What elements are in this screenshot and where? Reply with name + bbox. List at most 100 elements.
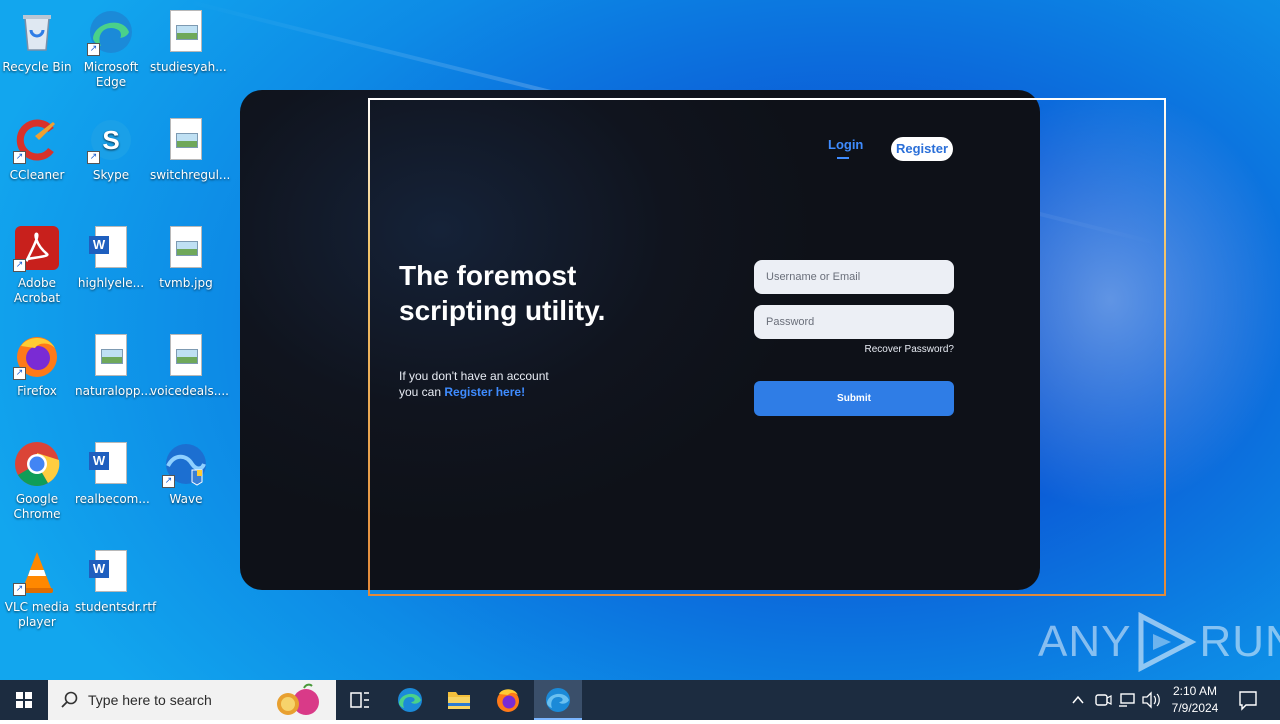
start-button[interactable] [0,680,48,720]
desktop-icon-label: studentsdr.rtf [75,600,157,614]
desktop-icon-adobe-acrobat[interactable]: ↗ Adobe Acrobat [1,224,73,306]
play-triangle-icon [1138,612,1197,672]
clock-date: 7/9/2024 [1171,701,1219,715]
firefox-icon [497,689,519,712]
desktop-icon-voicedeals[interactable]: voicedeals.... [150,332,229,399]
shortcut-arrow-icon: ↗ [13,367,26,380]
taskbar-firefox-button[interactable] [484,680,532,720]
desktop-icon-label: switchregul... [150,168,231,182]
desktop-icon-highlyele[interactable]: W highlyele... [75,224,147,291]
desktop-icon-label: CCleaner [9,168,65,182]
search-highlight-fruit-icon [277,683,319,715]
register-prompt: If you don't have an account you can Reg… [399,368,659,400]
register-prompt-line1: If you don't have an account [399,369,549,383]
image-file-icon [162,116,210,164]
desktop-icon-switchregul[interactable]: switchregul... [150,116,231,183]
desktop-icon-vlc[interactable]: ↗ VLC media player [1,548,73,630]
tray-network[interactable] [1116,680,1138,720]
desktop: Recycle Bin ↗ CCleaner ↗ Adobe Acrobat ↗… [0,0,1280,680]
shortcut-arrow-icon: ↗ [87,151,100,164]
firefox-icon: ↗ [13,332,61,380]
image-file-icon [162,8,210,56]
ccleaner-icon: ↗ [13,116,61,164]
word-file-icon: W [87,440,135,488]
task-view-icon [350,692,369,708]
desktop-icon-label: voicedeals.... [150,384,229,398]
shortcut-arrow-icon: ↗ [162,475,175,488]
watermark-any-text: ANY [1038,617,1132,666]
taskbar-active-browser-button[interactable] [534,680,582,720]
edge-icon [546,688,570,712]
register-prompt-prefix: you can [399,385,445,399]
desktop-icon-google-chrome[interactable]: Google Chrome [1,440,73,522]
desktop-icon-label: studiesyah... [150,60,227,74]
shortcut-arrow-icon: ↗ [13,151,26,164]
desktop-icon-label: Wave [169,492,203,506]
image-file-icon [162,332,210,380]
acrobat-icon: ↗ [13,224,61,272]
desktop-icon-label: Adobe Acrobat [13,276,61,305]
nav-register-button[interactable]: Register [891,137,953,161]
shortcut-arrow-icon: ↗ [87,43,100,56]
desktop-icon-label: realbecom... [75,492,150,506]
desktop-icon-label: Skype [92,168,130,182]
desktop-icon-naturalopp[interactable]: naturalopp... [75,332,152,399]
taskbar-search-box[interactable]: Type here to search [48,680,336,720]
chevron-up-icon [1072,695,1084,704]
desktop-icon-wave[interactable]: ↗ Wave [150,440,222,507]
search-placeholder: Type here to search [88,692,212,708]
clock-time: 2:10 AM [1172,684,1218,698]
desktop-icon-label: Firefox [17,384,57,398]
nav-login-tab[interactable]: Login [828,137,863,152]
vlc-icon: ↗ [13,548,61,596]
chrome-icon [13,440,61,488]
taskbar-edge-button[interactable] [386,680,434,720]
taskbar-file-explorer-button[interactable] [435,680,483,720]
desktop-icon-firefox[interactable]: ↗ Firefox [1,332,73,399]
desktop-icon-ccleaner[interactable]: ↗ CCleaner [1,116,73,183]
nav-login-underline [837,157,849,159]
recover-password-link[interactable]: Recover Password? [800,344,954,355]
wave-browser-icon: ↗ [162,440,210,488]
windows-logo-icon [16,692,32,708]
submit-button[interactable]: Submit [754,381,954,416]
desktop-icon-recycle-bin[interactable]: Recycle Bin [1,8,73,75]
shortcut-arrow-icon: ↗ [13,259,26,272]
svg-text:S: S [102,125,119,155]
image-file-icon [87,332,135,380]
password-field[interactable] [754,305,954,339]
page-headline: The foremost scripting utility. [399,260,606,326]
login-app-window: Login Register The foremost scripting ut… [240,90,1040,590]
folder-icon [448,692,470,709]
desktop-icon-tvmb[interactable]: tvmb.jpg [150,224,222,291]
recycle-bin-icon [13,8,61,56]
image-file-icon [162,224,210,272]
skype-icon: S ↗ [87,116,135,164]
show-hidden-icons-button[interactable] [1068,680,1088,720]
desktop-icon-realbecom[interactable]: W realbecom... [75,440,150,507]
desktop-icon-label: naturalopp... [75,384,152,398]
desktop-icon-studiesyah[interactable]: studiesyah... [150,8,227,75]
desktop-icon-skype[interactable]: S ↗ Skype [75,116,147,183]
watermark-run-text: RUN [1199,617,1280,666]
username-email-field[interactable] [754,260,954,294]
desktop-icon-studentsdr[interactable]: W studentsdr.rtf [75,548,157,615]
notification-icon [1239,691,1257,711]
desktop-icon-label: Google Chrome [13,492,61,521]
edge-icon: ↗ [87,8,135,56]
edge-icon [398,688,422,712]
task-view-button[interactable] [336,680,384,720]
desktop-icon-label: highlyele... [77,276,145,290]
tray-volume[interactable] [1140,680,1162,720]
tray-meet-now[interactable] [1092,680,1114,720]
desktop-icon-microsoft-edge[interactable]: ↗ Microsoft Edge [75,8,147,90]
shortcut-arrow-icon: ↗ [13,583,26,596]
network-icon [1119,693,1135,707]
taskbar-clock[interactable]: 2:10 AM 7/9/2024 [1160,683,1230,717]
taskbar: Type here to search 2:10 AM 7/9/2024 [0,680,1280,720]
camera-icon [1095,694,1112,706]
word-file-icon: W [87,224,135,272]
register-here-link[interactable]: Register here! [444,385,525,399]
action-center-button[interactable] [1236,680,1260,720]
word-file-icon: W [87,548,135,596]
